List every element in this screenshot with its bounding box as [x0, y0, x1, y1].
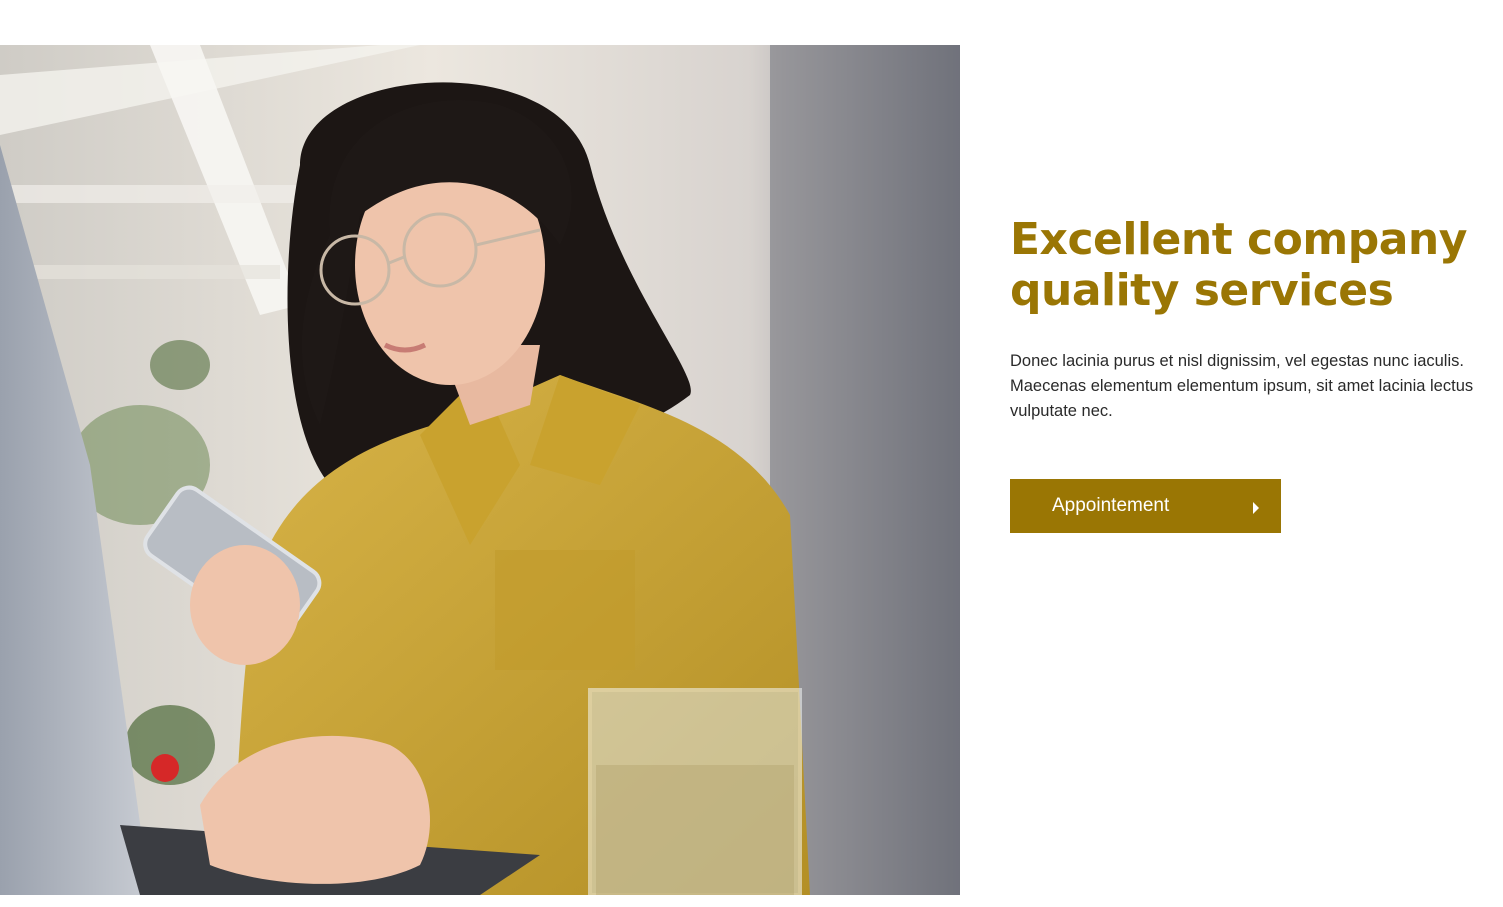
headline-line-1: Excellent company: [1010, 214, 1467, 265]
description-text: Donec lacinia purus et nisl dignissim, v…: [1010, 352, 1474, 420]
caret-right-icon: [1253, 501, 1259, 514]
page-title: Excellent company quality services: [1010, 214, 1500, 316]
hero-photo: [0, 45, 960, 895]
content-panel: Excellent company quality services Donec…: [1010, 214, 1500, 533]
headline-line-2: quality services: [1010, 265, 1394, 316]
page: Excellent company quality services Donec…: [0, 0, 1503, 907]
photo-woman-with-phone-icon: [0, 45, 960, 895]
appointment-button[interactable]: Appointement: [1010, 479, 1281, 533]
appointment-button-label: Appointement: [1052, 495, 1170, 516]
